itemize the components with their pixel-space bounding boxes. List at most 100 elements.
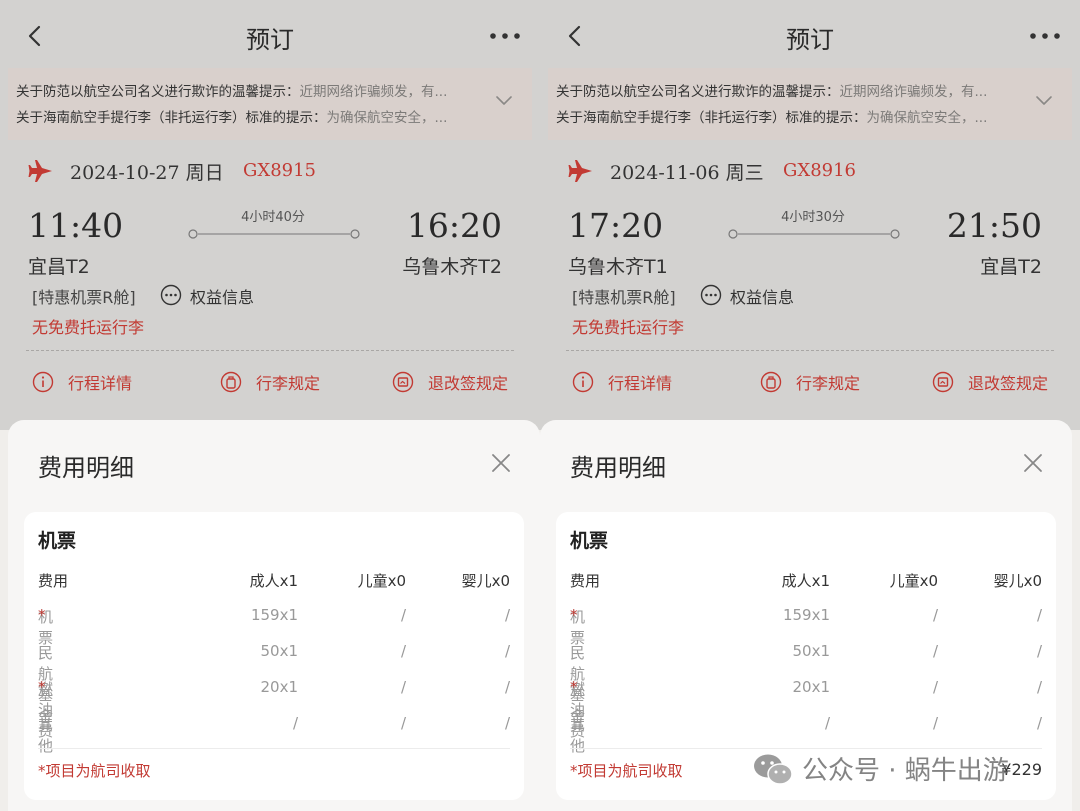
close-icon[interactable] <box>490 452 512 474</box>
notice-item[interactable]: 关于海南航空手提行李（非托运行李）标准的提示：为确保航空安全，... <box>556 106 1014 126</box>
child-fee: / <box>400 606 406 624</box>
notice-item[interactable]: 关于防范以航空公司名义进行欺诈的温馨提示：近期网络诈骗频发，有... <box>556 80 1014 100</box>
fare-card: 机票 费用 成人x1 儿童x0 婴儿x0 机票 * 159x1 / / 民航基金… <box>24 512 524 800</box>
chevron-down-icon[interactable] <box>1034 92 1054 110</box>
column-header: 成人x1 <box>249 572 298 590</box>
close-icon[interactable] <box>1022 452 1044 474</box>
action-label: 退改签规定 <box>968 374 1049 393</box>
rights-icon[interactable] <box>160 284 182 306</box>
child-fee: / <box>932 606 938 624</box>
table-row: 机票 * 159x1 / / <box>38 606 510 647</box>
more-icon[interactable] <box>488 26 522 46</box>
column-header: 成人x1 <box>781 572 830 590</box>
card-title: 机票 <box>570 530 609 552</box>
column-header: 儿童x0 <box>889 572 938 590</box>
itinerary-details-button[interactable]: 行程详情 <box>572 370 672 394</box>
flight-duration: 4小时40分 <box>241 210 305 225</box>
ticket-icon <box>392 371 414 393</box>
infant-fee: / <box>504 714 510 732</box>
itinerary-details-button[interactable]: 行程详情 <box>32 370 132 394</box>
sheet-title: 费用明细 <box>38 454 134 482</box>
infant-fee: / <box>1036 678 1042 696</box>
notice-item[interactable]: 关于防范以航空公司名义进行欺诈的温馨提示：近期网络诈骗频发，有... <box>16 80 474 100</box>
table-row: 燃油费 * 20x1 / / <box>38 678 510 740</box>
infant-fee: / <box>1036 606 1042 624</box>
fee-detail-sheet: 费用明细 机票 费用 成人x1 儿童x0 婴儿x0 机票 * 159x1 / /… <box>8 420 540 811</box>
child-fee: / <box>932 642 938 660</box>
action-label: 行程详情 <box>68 374 133 393</box>
infant-fee: / <box>1036 714 1042 732</box>
page-title: 预订 <box>786 26 834 54</box>
infant-fee: / <box>1036 642 1042 660</box>
notice-banner[interactable]: 关于防范以航空公司名义进行欺诈的温馨提示：近期网络诈骗频发，有... 关于海南航… <box>548 68 1072 140</box>
child-fee: / <box>400 678 406 696</box>
child-fee: / <box>932 714 938 732</box>
luggage-icon <box>220 371 242 393</box>
route-line <box>188 229 360 239</box>
flight-card: 2024-10-27 周日 GX8915 11:40 4小时40分 16:20 … <box>8 140 532 414</box>
child-fee: / <box>400 642 406 660</box>
departure-airport: 宜昌T2 <box>28 256 90 278</box>
action-label: 行程详情 <box>608 374 673 393</box>
chevron-down-icon[interactable] <box>494 92 514 110</box>
table-row: 其他 / / / <box>38 714 510 755</box>
column-header: 婴儿x0 <box>993 572 1042 590</box>
watermark-text: 公众号 · 蜗牛出游 <box>802 756 1009 786</box>
rights-info-link[interactable]: 权益信息 <box>730 284 794 308</box>
arrival-time: 16:20 <box>406 206 502 245</box>
table-row: 民航基金 50x1 / / <box>570 642 1042 725</box>
flight-duration: 4小时30分 <box>781 210 845 225</box>
booking-screen-return: 预订 关于防范以航空公司名义进行欺诈的温馨提示：近期网络诈骗频发，有... 关于… <box>540 0 1080 811</box>
action-label: 行李规定 <box>796 374 861 393</box>
table-row: 机票 * 159x1 / / <box>570 606 1042 647</box>
departure-time: 11:40 <box>28 206 124 245</box>
plane-icon <box>568 160 592 182</box>
column-header: 费用 <box>570 572 601 590</box>
divider <box>570 748 1042 749</box>
infant-fee: / <box>504 642 510 660</box>
arrival-airport: 乌鲁木齐T2 <box>402 256 502 278</box>
divider <box>38 748 510 749</box>
cabin-class: [特惠机票R舱] <box>32 288 136 307</box>
departure-airport: 乌鲁木齐T1 <box>568 256 668 278</box>
card-title: 机票 <box>38 530 77 552</box>
table-row: 其他 / / / <box>570 714 1042 755</box>
airline-fee-note: *项目为航司收取 <box>570 762 683 780</box>
departure-time: 17:20 <box>568 206 664 245</box>
adult-fee: / <box>292 714 298 732</box>
sheet-title: 费用明细 <box>570 454 666 482</box>
booking-screen-outbound: 预订 关于防范以航空公司名义进行欺诈的温馨提示：近期网络诈骗频发，有... 关于… <box>0 0 540 811</box>
column-header: 费用 <box>38 572 69 590</box>
more-icon[interactable] <box>1028 26 1062 46</box>
airline-fee-note: *项目为航司收取 <box>38 762 151 780</box>
baggage-notice: 无免费托运行李 <box>32 318 145 337</box>
infant-fee: / <box>504 678 510 696</box>
arrival-time: 21:50 <box>946 206 1042 245</box>
notice-item[interactable]: 关于海南航空手提行李（非托运行李）标准的提示：为确保航空安全，... <box>16 106 474 126</box>
baggage-rules-button[interactable]: 行李规定 <box>220 370 320 394</box>
cabin-class: [特惠机票R舱] <box>572 288 676 307</box>
flight-date: 2024-11-06 周三 <box>610 162 764 184</box>
nav-bar: 预订 <box>0 8 540 64</box>
info-icon <box>32 371 54 393</box>
refund-change-rules-button[interactable]: 退改签规定 <box>932 370 1048 394</box>
wechat-icon <box>754 754 793 785</box>
child-fee: / <box>932 678 938 696</box>
adult-fee: / <box>824 714 830 732</box>
column-header: 婴儿x0 <box>461 572 510 590</box>
child-fee: / <box>400 714 406 732</box>
baggage-rules-button[interactable]: 行李规定 <box>760 370 860 394</box>
adult-fee: 50x1 <box>260 642 298 660</box>
rights-info-link[interactable]: 权益信息 <box>190 284 254 308</box>
divider <box>566 350 1054 351</box>
action-label: 退改签规定 <box>428 374 509 393</box>
luggage-icon <box>760 371 782 393</box>
action-label: 行李规定 <box>256 374 321 393</box>
adult-fee: 20x1 <box>792 678 830 696</box>
flight-number: GX8915 <box>243 160 317 181</box>
watermark: 公众号 · 蜗牛出游 <box>752 750 1009 787</box>
notice-banner[interactable]: 关于防范以航空公司名义进行欺诈的温馨提示：近期网络诈骗频发，有... 关于海南航… <box>8 68 532 140</box>
refund-change-rules-button[interactable]: 退改签规定 <box>392 370 508 394</box>
adult-fee: 50x1 <box>792 642 830 660</box>
rights-icon[interactable] <box>700 284 722 306</box>
